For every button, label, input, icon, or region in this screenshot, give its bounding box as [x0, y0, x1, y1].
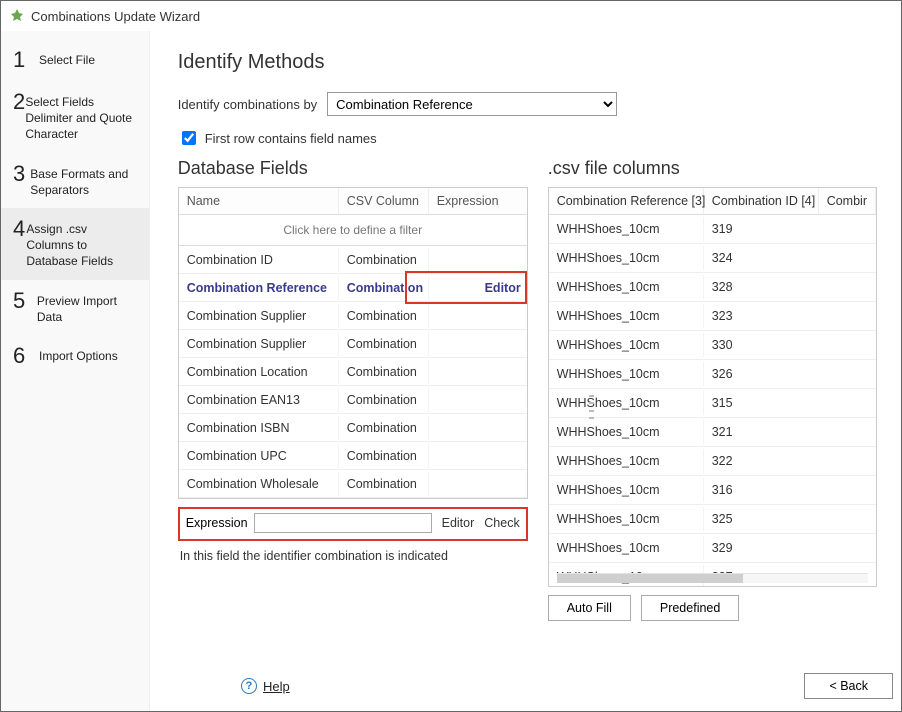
wizard-steps-sidebar: 1Select File 2Select Fields Delimiter an… [1, 31, 150, 711]
csv-col-ref[interactable]: Combination Reference [3] [549, 188, 704, 214]
db-fields-grid: Name CSV Column Expression Click here to… [178, 187, 528, 499]
csv-col-id[interactable]: Combination ID [4] [704, 188, 819, 214]
csv-row[interactable]: WHHShoes_10cm321 [549, 418, 876, 447]
window-title: Combinations Update Wizard [31, 9, 200, 24]
expression-input[interactable] [254, 513, 432, 533]
csv-row[interactable]: WHHShoes_10cm323 [549, 302, 876, 331]
csv-row[interactable]: WHHShoes_10cm319 [549, 215, 876, 244]
db-row[interactable]: Combination SupplierCombination [179, 330, 527, 358]
db-row[interactable]: Combination IDCombination [179, 246, 527, 274]
step-formats[interactable]: 3Base Formats and Separators [1, 153, 149, 208]
first-row-label: First row contains field names [205, 131, 377, 146]
expression-panel: Expression Editor Check [178, 507, 528, 541]
db-row[interactable]: Combination UPCCombination [179, 442, 527, 470]
back-button[interactable]: < Back [804, 673, 893, 699]
csv-row[interactable]: WHHShoes_10cm322 [549, 447, 876, 476]
csv-header-row: Combination Reference [3] Combination ID… [549, 188, 876, 215]
page-title: Identify Methods [178, 51, 877, 74]
db-row-selected[interactable]: Combination ReferenceCombinationEditor [179, 274, 527, 302]
db-row[interactable]: Combination SupplierCombination [179, 302, 527, 330]
splitter-handle[interactable] [589, 395, 594, 419]
csv-row[interactable]: WHHShoes_10cm328 [549, 273, 876, 302]
footer: ? Help < Back [241, 673, 893, 699]
db-row[interactable]: Combination EAN13Combination [179, 386, 527, 414]
main-panel: Identify Methods Identify combinations b… [150, 31, 901, 711]
identify-label: Identify combinations by [178, 97, 317, 112]
titlebar: Combinations Update Wizard [1, 1, 901, 31]
editor-link[interactable]: Editor [442, 516, 475, 530]
csv-col-3[interactable]: Combir [819, 188, 876, 214]
step-import-options[interactable]: 6Import Options [1, 335, 149, 377]
db-filter-row[interactable]: Click here to define a filter [179, 215, 527, 246]
step-delimiter[interactable]: 2Select Fields Delimiter and Quote Chara… [1, 81, 149, 153]
expression-label: Expression [186, 516, 248, 530]
first-row-checkbox[interactable] [182, 131, 196, 145]
predefined-button[interactable]: Predefined [641, 595, 739, 621]
db-row[interactable]: Combination LocationCombination [179, 358, 527, 386]
step-preview[interactable]: 5Preview Import Data [1, 280, 149, 335]
db-col-csv[interactable]: CSV Column [339, 188, 429, 214]
check-link[interactable]: Check [484, 516, 519, 530]
csv-grid: Combination Reference [3] Combination ID… [548, 187, 877, 587]
csv-row[interactable]: WHHShoes_10cm329 [549, 534, 876, 563]
csv-heading: .csv file columns [548, 158, 877, 179]
csv-row[interactable]: WHHShoes_10cm325 [549, 505, 876, 534]
wizard-window: Combinations Update Wizard 1Select File … [0, 0, 902, 712]
db-fields-heading: Database Fields [178, 158, 528, 179]
step-select-file[interactable]: 1Select File [1, 39, 149, 81]
db-header-row: Name CSV Column Expression [179, 188, 527, 215]
db-col-expr[interactable]: Expression [429, 188, 527, 214]
db-row[interactable]: Combination ISBNCombination [179, 414, 527, 442]
csv-horizontal-scrollbar[interactable] [557, 573, 868, 583]
csv-row[interactable]: WHHShoes_10cm326 [549, 360, 876, 389]
hint-text: In this field the identifier combination… [178, 549, 528, 563]
csv-row[interactable]: WHHShoes_10cm315 [549, 389, 876, 418]
app-logo-icon [9, 8, 25, 24]
csv-row[interactable]: WHHShoes_10cm316 [549, 476, 876, 505]
csv-row[interactable]: WHHShoes_10cm324 [549, 244, 876, 273]
auto-fill-button[interactable]: Auto Fill [548, 595, 631, 621]
scrollbar-thumb[interactable] [557, 574, 744, 583]
db-row[interactable]: Combination WholesaleCombination [179, 470, 527, 498]
help-icon: ? [241, 678, 257, 694]
step-assign-columns[interactable]: 4Assign .csv Columns to Database Fields [1, 208, 149, 280]
csv-row[interactable]: WHHShoes_10cm330 [549, 331, 876, 360]
help-link[interactable]: ? Help [241, 678, 290, 694]
db-col-name[interactable]: Name [179, 188, 339, 214]
identify-select[interactable]: Combination Reference [327, 92, 617, 116]
